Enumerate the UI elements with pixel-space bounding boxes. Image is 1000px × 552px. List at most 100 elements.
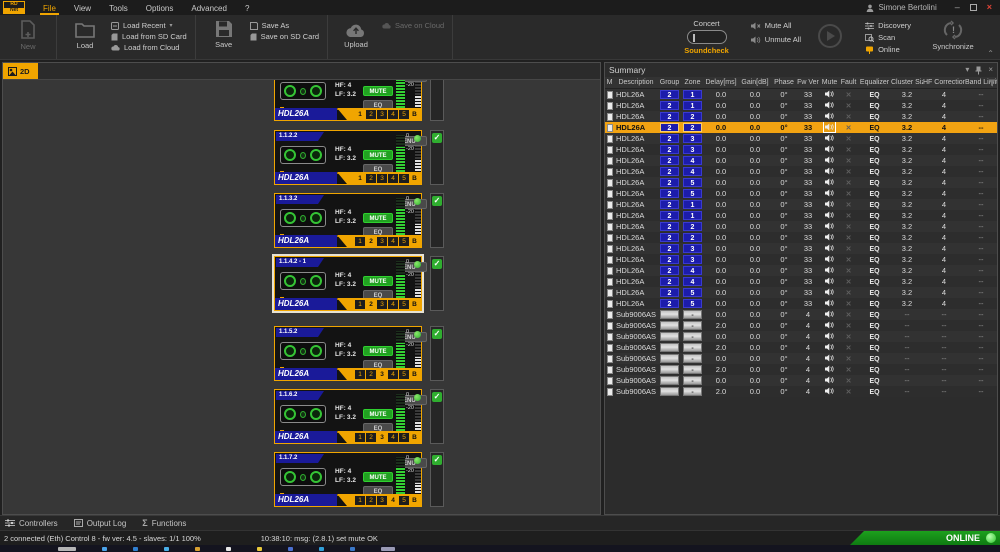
eq-button[interactable]: EQ	[869, 202, 879, 209]
row-checkbox[interactable]	[606, 223, 613, 231]
device-body[interactable]: 1.1.2.2HF: 4LF: 3.2MENUMUTEEQ0-20-60HDL2…	[274, 130, 427, 185]
table-row[interactable]: HDL26A 2 2 0.0 0.0 0° 33 ✕ EQ 3.2 4 --	[605, 221, 997, 232]
eq-button[interactable]: EQ	[869, 279, 879, 286]
device-checkbox-panel[interactable]: ✓	[430, 193, 444, 248]
device-body[interactable]: 1.1.3.2HF: 4LF: 3.2MENUMUTEEQ0-20-60HDL2…	[274, 193, 427, 248]
mute-button[interactable]: MUTE	[363, 150, 393, 160]
device-tab-5[interactable]: 5	[399, 173, 409, 183]
speaker-icon[interactable]	[824, 353, 835, 363]
discovery-button[interactable]: Discovery	[865, 21, 911, 30]
device-checkbox-panel[interactable]: ✓	[430, 130, 444, 185]
group-value[interactable]: 2	[660, 178, 679, 187]
load-recent-button[interactable]: Load Recent ▾	[111, 21, 187, 30]
device-tab-4[interactable]: 4	[388, 432, 398, 442]
device-tab-b[interactable]: B	[410, 433, 419, 442]
column-header-description[interactable]: Description	[614, 77, 658, 88]
close-button[interactable]: ×	[987, 3, 992, 12]
taskbar-item[interactable]	[381, 546, 395, 551]
device-widget[interactable]: 1.1.5.2HF: 4LF: 3.2MENUMUTEEQ0-20-60HDL2…	[274, 326, 446, 382]
group-value[interactable]: 2	[660, 101, 679, 110]
taskbar-item[interactable]	[195, 546, 200, 551]
menu-view[interactable]: View	[65, 1, 100, 15]
zone-value[interactable]: -	[683, 354, 702, 363]
row-checkbox[interactable]	[606, 124, 613, 132]
column-header-delay-ms-[interactable]: Delay[ms]	[704, 77, 738, 88]
speaker-icon[interactable]	[824, 276, 835, 286]
speaker-icon[interactable]	[824, 331, 835, 341]
eq-button[interactable]: EQ	[869, 246, 879, 253]
device-tab-2[interactable]: 2	[366, 173, 376, 183]
row-checkbox[interactable]	[606, 245, 613, 253]
device-checkbox-panel[interactable]: ✓	[430, 389, 444, 444]
device-widget[interactable]: HF: 4LF: 3.2MENUMUTEEQ0-20-60HDL26A12345…	[274, 80, 446, 122]
group-value[interactable]	[660, 310, 679, 319]
device-checked-icon[interactable]: ✓	[432, 392, 442, 402]
device-tab-2[interactable]: 2	[366, 495, 376, 505]
minimize-button[interactable]: –	[955, 3, 960, 12]
column-header-cluster-size[interactable]: Cluster Size	[891, 77, 923, 88]
eq-button[interactable]: EQ	[869, 136, 879, 143]
speaker-icon[interactable]	[824, 89, 835, 99]
eq-button[interactable]: EQ	[869, 114, 879, 121]
taskbar-item[interactable]	[350, 546, 355, 551]
device-tab-b[interactable]: B	[410, 300, 419, 309]
device-tab-5[interactable]: 5	[399, 109, 409, 119]
table-row[interactable]: HDL26A 2 3 0.0 0.0 0° 33 ✕ EQ 3.2 4 --	[605, 254, 997, 265]
table-row[interactable]: Sub9006AS - 0.0 0.0 0° 4 ✕ EQ -- -- --	[605, 353, 997, 364]
2d-canvas[interactable]: HF: 4LF: 3.2MENUMUTEEQ0-20-60HDL26A12345…	[3, 80, 600, 514]
taskbar-item[interactable]	[257, 546, 262, 551]
table-row[interactable]: HDL26A 2 5 0.0 0.0 0° 33 ✕ EQ 3.2 4 --	[605, 298, 997, 309]
load-from-sd-button[interactable]: Load from SD Card	[111, 32, 187, 41]
eq-button[interactable]: EQ	[869, 125, 879, 132]
column-header-equalizer[interactable]: Equalizer	[858, 77, 891, 88]
zone-value[interactable]: 2	[683, 222, 702, 231]
group-value[interactable]: 2	[660, 112, 679, 121]
speaker-icon[interactable]	[824, 133, 835, 143]
zone-value[interactable]: 3	[683, 145, 702, 154]
row-checkbox[interactable]	[606, 322, 613, 330]
zone-value[interactable]: 1	[683, 101, 702, 110]
filter-funnel-icon[interactable]	[988, 79, 996, 87]
zone-value[interactable]: 5	[683, 189, 702, 198]
row-checkbox[interactable]	[606, 377, 613, 385]
zone-value[interactable]: -	[683, 365, 702, 374]
group-value[interactable]: 2	[660, 145, 679, 154]
speaker-icon[interactable]	[824, 199, 835, 209]
device-tab-1[interactable]: 1	[355, 369, 365, 379]
menu-advanced[interactable]: Advanced	[182, 1, 236, 15]
mute-button[interactable]: MUTE	[363, 346, 393, 356]
row-checkbox[interactable]	[606, 102, 613, 110]
device-body[interactable]: 1.1.7.2HF: 4LF: 3.2MENUMUTEEQ0-20-60HDL2…	[274, 452, 427, 507]
group-value[interactable]: 2	[660, 233, 679, 242]
row-checkbox[interactable]	[606, 300, 613, 308]
group-value[interactable]: 2	[660, 90, 679, 99]
eq-button[interactable]: EQ	[869, 147, 879, 154]
table-row[interactable]: HDL26A 2 2 0.0 0.0 0° 33 ✕ EQ 3.2 4 --	[605, 111, 997, 122]
table-row[interactable]: HDL26A 2 1 0.0 0.0 0° 33 ✕ EQ 3.2 4 --	[605, 100, 997, 111]
zone-value[interactable]: 4	[683, 167, 702, 176]
device-tab-2[interactable]: 2	[366, 300, 376, 309]
group-value[interactable]: 2	[660, 288, 679, 297]
go-button[interactable]	[817, 23, 843, 49]
maximize-button[interactable]	[969, 4, 977, 11]
zone-value[interactable]: 2	[683, 123, 702, 132]
device-tab-2[interactable]: 2	[366, 432, 376, 442]
column-header-zone[interactable]: Zone	[681, 77, 704, 88]
device-widget[interactable]: 1.1.4.2 - 1HF: 4LF: 3.2MENUMUTEEQ0-20-60…	[274, 256, 446, 312]
table-row[interactable]: Sub9006AS - 2.0 0.0 0° 4 ✕ EQ -- -- --	[605, 342, 997, 353]
concert-toggle-switch[interactable]	[686, 30, 727, 44]
speaker-icon[interactable]	[824, 287, 835, 297]
taskbar-item[interactable]	[133, 546, 138, 551]
row-checkbox[interactable]	[606, 157, 613, 165]
device-tab-4[interactable]: 4	[388, 236, 398, 246]
group-value[interactable]	[660, 332, 679, 341]
speaker-icon[interactable]	[824, 375, 835, 385]
row-checkbox[interactable]	[606, 234, 613, 242]
group-value[interactable]: 2	[660, 167, 679, 176]
zone-value[interactable]: 2	[683, 233, 702, 242]
speaker-icon[interactable]	[824, 221, 835, 231]
table-row[interactable]: HDL26A 2 4 0.0 0.0 0° 33 ✕ EQ 3.2 4 --	[605, 155, 997, 166]
synchronize-button[interactable]: ! Synchronize	[927, 20, 979, 51]
mute-button[interactable]: MUTE	[363, 472, 393, 482]
upload-button[interactable]: Upload	[336, 20, 376, 49]
